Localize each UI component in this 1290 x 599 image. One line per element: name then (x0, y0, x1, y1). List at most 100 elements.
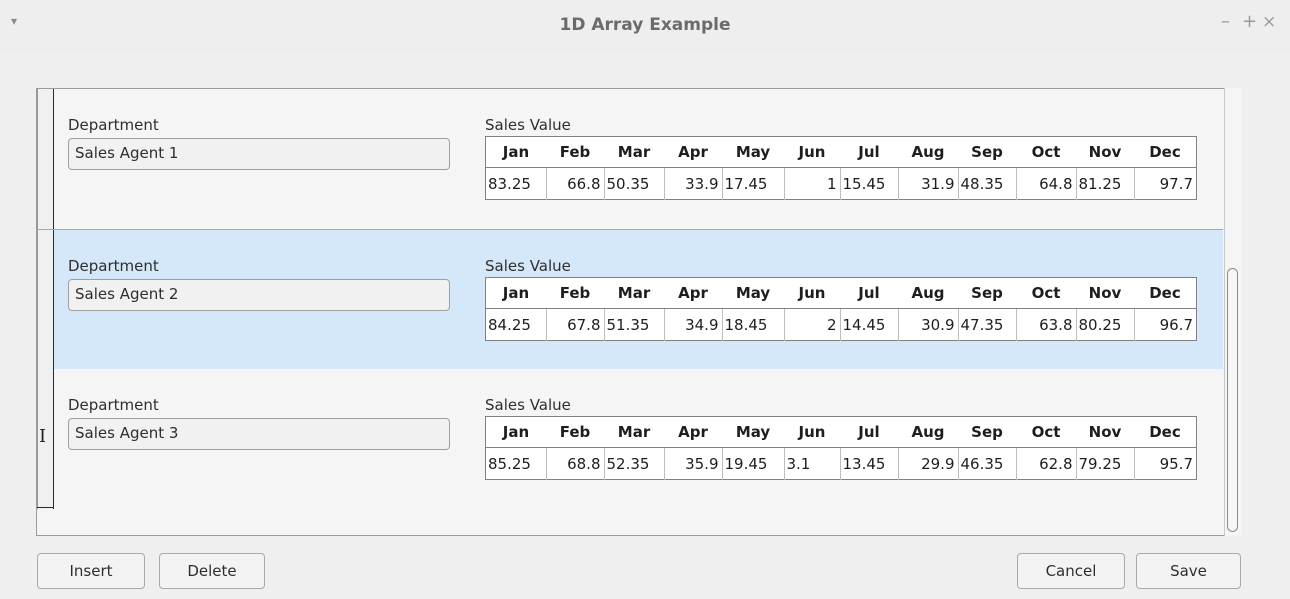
sales-cell[interactable]: 84.25 (485, 308, 547, 341)
month-header: Aug (898, 136, 958, 168)
sales-cell[interactable]: 18.45 (722, 308, 785, 341)
sales-cell[interactable]: 31.9 (898, 167, 959, 200)
save-button[interactable]: Save (1136, 553, 1241, 589)
close-icon[interactable]: × (1262, 12, 1276, 32)
sales-cell[interactable]: 64.8 (1016, 167, 1077, 200)
sales-cell[interactable]: 33.9 (664, 167, 723, 200)
sales-cell[interactable]: 29.9 (898, 447, 959, 480)
month-header: Nov (1076, 136, 1134, 168)
month-header: Mar (604, 277, 664, 309)
minimize-icon[interactable]: – (1221, 12, 1230, 32)
table-row: 83.25 66.8 50.35 33.9 17.45 1 15.45 31.9… (485, 167, 1197, 200)
department-field[interactable]: Sales Agent 3 (68, 418, 450, 450)
month-header: Jun (784, 136, 840, 168)
sales-table: Jan Feb Mar Apr May Jun Jul Aug Sep Oct … (485, 136, 1197, 200)
month-header: Nov (1076, 416, 1134, 448)
insert-button[interactable]: Insert (37, 553, 145, 589)
month-header: Oct (1016, 277, 1076, 309)
sales-cell[interactable]: 96.7 (1134, 309, 1197, 341)
text-cursor-icon: I (39, 426, 47, 447)
sales-cell[interactable]: 81.25 (1076, 167, 1135, 200)
sales-cell[interactable]: 46.35 (958, 447, 1017, 480)
sales-cell[interactable]: 3.1 (784, 447, 841, 480)
sales-value-label: Sales Value (485, 257, 571, 275)
table-header-row: Jan Feb Mar Apr May Jun Jul Aug Sep Oct … (485, 136, 1197, 168)
month-header: Apr (664, 277, 722, 309)
record-list: Department Sales Agent 1 Sales Value Jan… (36, 88, 1242, 536)
sales-cell[interactable]: 14.45 (840, 308, 899, 341)
department-label: Department (68, 116, 159, 134)
sales-cell[interactable]: 48.35 (958, 167, 1017, 200)
sales-cell[interactable]: 52.35 (604, 447, 665, 480)
month-header: Jun (784, 416, 840, 448)
sales-cell[interactable]: 95.7 (1134, 448, 1197, 480)
sales-value-label: Sales Value (485, 396, 571, 414)
sales-cell[interactable]: 30.9 (898, 308, 959, 341)
sales-cell[interactable]: 51.35 (604, 308, 665, 341)
sales-cell[interactable]: 62.8 (1016, 447, 1077, 480)
month-header: May (722, 136, 784, 168)
list-item[interactable]: Department Sales Agent 2 Sales Value Jan… (37, 230, 1223, 370)
month-header: Jul (840, 136, 898, 168)
sales-cell[interactable]: 50.35 (604, 167, 665, 200)
sales-value-label: Sales Value (485, 116, 571, 134)
sales-cell[interactable]: 79.25 (1076, 447, 1135, 480)
app-window: ▾ 1D Array Example – + × Department Sale… (0, 0, 1290, 599)
month-header: Apr (664, 416, 722, 448)
department-field[interactable]: Sales Agent 2 (68, 279, 450, 311)
sales-cell[interactable]: 17.45 (722, 167, 785, 200)
row-handle[interactable] (37, 230, 54, 370)
sales-table: Jan Feb Mar Apr May Jun Jul Aug Sep Oct … (485, 277, 1197, 341)
month-header: Sep (958, 136, 1016, 168)
sales-cell[interactable]: 47.35 (958, 308, 1017, 341)
cancel-button[interactable]: Cancel (1017, 553, 1125, 589)
month-header: Mar (604, 136, 664, 168)
sales-cell[interactable]: 68.8 (546, 447, 605, 480)
sales-cell[interactable]: 63.8 (1016, 308, 1077, 341)
sales-cell[interactable]: 15.45 (840, 167, 899, 200)
table-row: 85.25 68.8 52.35 35.9 19.45 3.1 13.45 29… (485, 447, 1197, 480)
sales-cell[interactable]: 66.8 (546, 167, 605, 200)
month-header: Jan (485, 277, 546, 309)
row-handle[interactable] (37, 89, 54, 229)
sales-cell[interactable]: 2 (784, 308, 841, 341)
month-header: Oct (1016, 416, 1076, 448)
list-item[interactable]: Department Sales Agent 1 Sales Value Jan… (37, 89, 1223, 229)
month-header: Mar (604, 416, 664, 448)
scrollbar-thumb[interactable] (1227, 268, 1238, 532)
maximize-icon[interactable]: + (1242, 12, 1257, 32)
table-header-row: Jan Feb Mar Apr May Jun Jul Aug Sep Oct … (485, 416, 1197, 448)
window-title: 1D Array Example (559, 15, 731, 35)
month-header: May (722, 277, 784, 309)
month-header: Dec (1134, 416, 1197, 448)
sales-table: Jan Feb Mar Apr May Jun Jul Aug Sep Oct … (485, 416, 1197, 480)
sales-cell[interactable]: 85.25 (485, 447, 547, 480)
month-header: Jun (784, 277, 840, 309)
sales-cell[interactable]: 13.45 (840, 447, 899, 480)
month-header: Feb (546, 416, 604, 448)
month-header: Oct (1016, 136, 1076, 168)
list-item[interactable]: Department Sales Agent 3 Sales Value Jan… (37, 369, 1223, 509)
sales-cell[interactable]: 1 (784, 167, 841, 200)
month-header: Aug (898, 416, 958, 448)
title-bar: ▾ 1D Array Example – + × (0, 0, 1290, 52)
department-field[interactable]: Sales Agent 1 (68, 138, 450, 170)
sales-cell[interactable]: 35.9 (664, 447, 723, 480)
month-header: Feb (546, 277, 604, 309)
sales-cell[interactable]: 97.7 (1134, 168, 1197, 200)
month-header: Jan (485, 416, 546, 448)
sales-cell[interactable]: 67.8 (546, 308, 605, 341)
delete-button[interactable]: Delete (159, 553, 265, 589)
month-header: Jan (485, 136, 546, 168)
month-header: Dec (1134, 277, 1197, 309)
sales-cell[interactable]: 83.25 (485, 167, 547, 200)
sales-cell[interactable]: 80.25 (1076, 308, 1135, 341)
sales-cell[interactable]: 19.45 (722, 447, 785, 480)
month-header: Sep (958, 277, 1016, 309)
month-header: Dec (1134, 136, 1197, 168)
month-header: Feb (546, 136, 604, 168)
month-header: Sep (958, 416, 1016, 448)
month-header: Aug (898, 277, 958, 309)
table-header-row: Jan Feb Mar Apr May Jun Jul Aug Sep Oct … (485, 277, 1197, 309)
sales-cell[interactable]: 34.9 (664, 308, 723, 341)
